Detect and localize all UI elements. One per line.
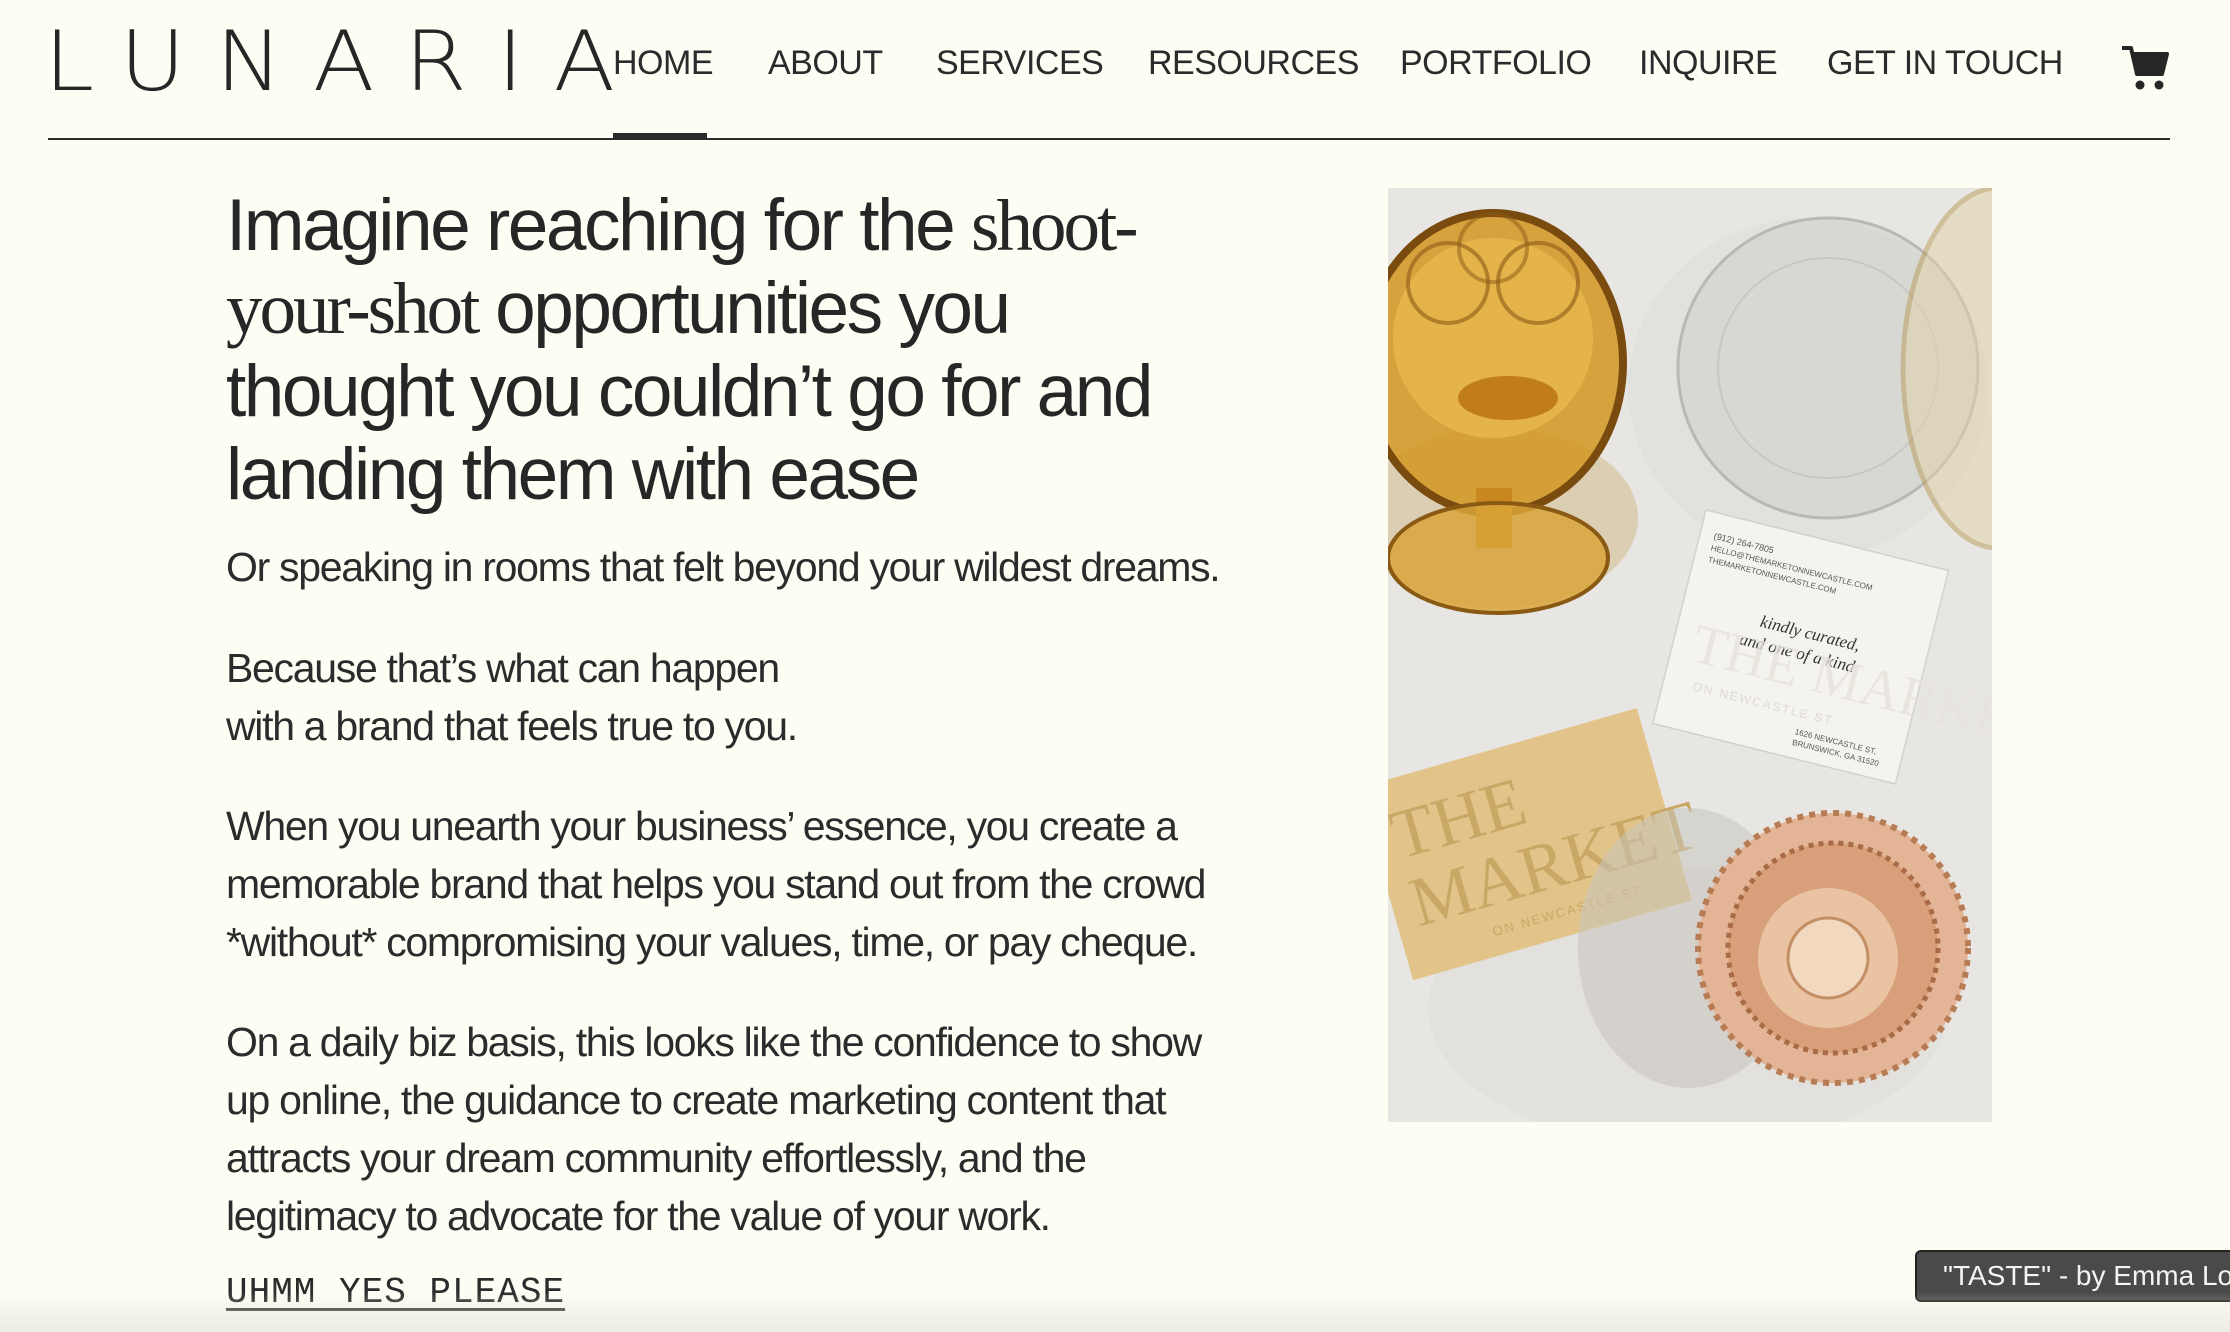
headline-part-1: Imagine reaching for the	[226, 185, 972, 266]
intro-paragraph: Or speaking in rooms that felt beyond yo…	[226, 544, 1221, 590]
music-badge[interactable]: "TASTE" - by Emma Lo	[1915, 1250, 2230, 1302]
nav-portfolio[interactable]: PORTFOLIO	[1400, 44, 1592, 83]
nav-inquire[interactable]: INQUIRE	[1639, 44, 1778, 83]
main-nav: HOME ABOUT SERVICES RESOURCES PORTFOLIO …	[0, 44, 2230, 92]
essence-paragraph: When you unearth your business’ essence,…	[226, 803, 1206, 965]
nav-resources[interactable]: RESOURCES	[1148, 44, 1359, 83]
header-divider	[48, 138, 2170, 140]
hero-headline: Imagine reaching for the shoot-your-shot…	[226, 184, 1186, 516]
brand-paragraph: Because that’s what can happen with a br…	[226, 645, 798, 749]
nav-services[interactable]: SERVICES	[936, 44, 1104, 83]
hero-photo: (912) 264-7805 HELLO@THEMARKETONNEWCASTL…	[1388, 188, 1992, 1122]
photo-illustration: (912) 264-7805 HELLO@THEMARKETONNEWCASTL…	[1388, 188, 1992, 1122]
nav-about[interactable]: ABOUT	[768, 44, 883, 83]
nav-get-in-touch[interactable]: GET IN TOUCH	[1827, 44, 2063, 83]
cta-link[interactable]: UHMM YES PLEASE	[226, 1272, 565, 1313]
daily-paragraph: On a daily biz basis, this looks like th…	[226, 1019, 1202, 1239]
nav-home[interactable]: HOME	[613, 44, 714, 83]
shopping-cart-icon[interactable]	[2120, 40, 2170, 96]
